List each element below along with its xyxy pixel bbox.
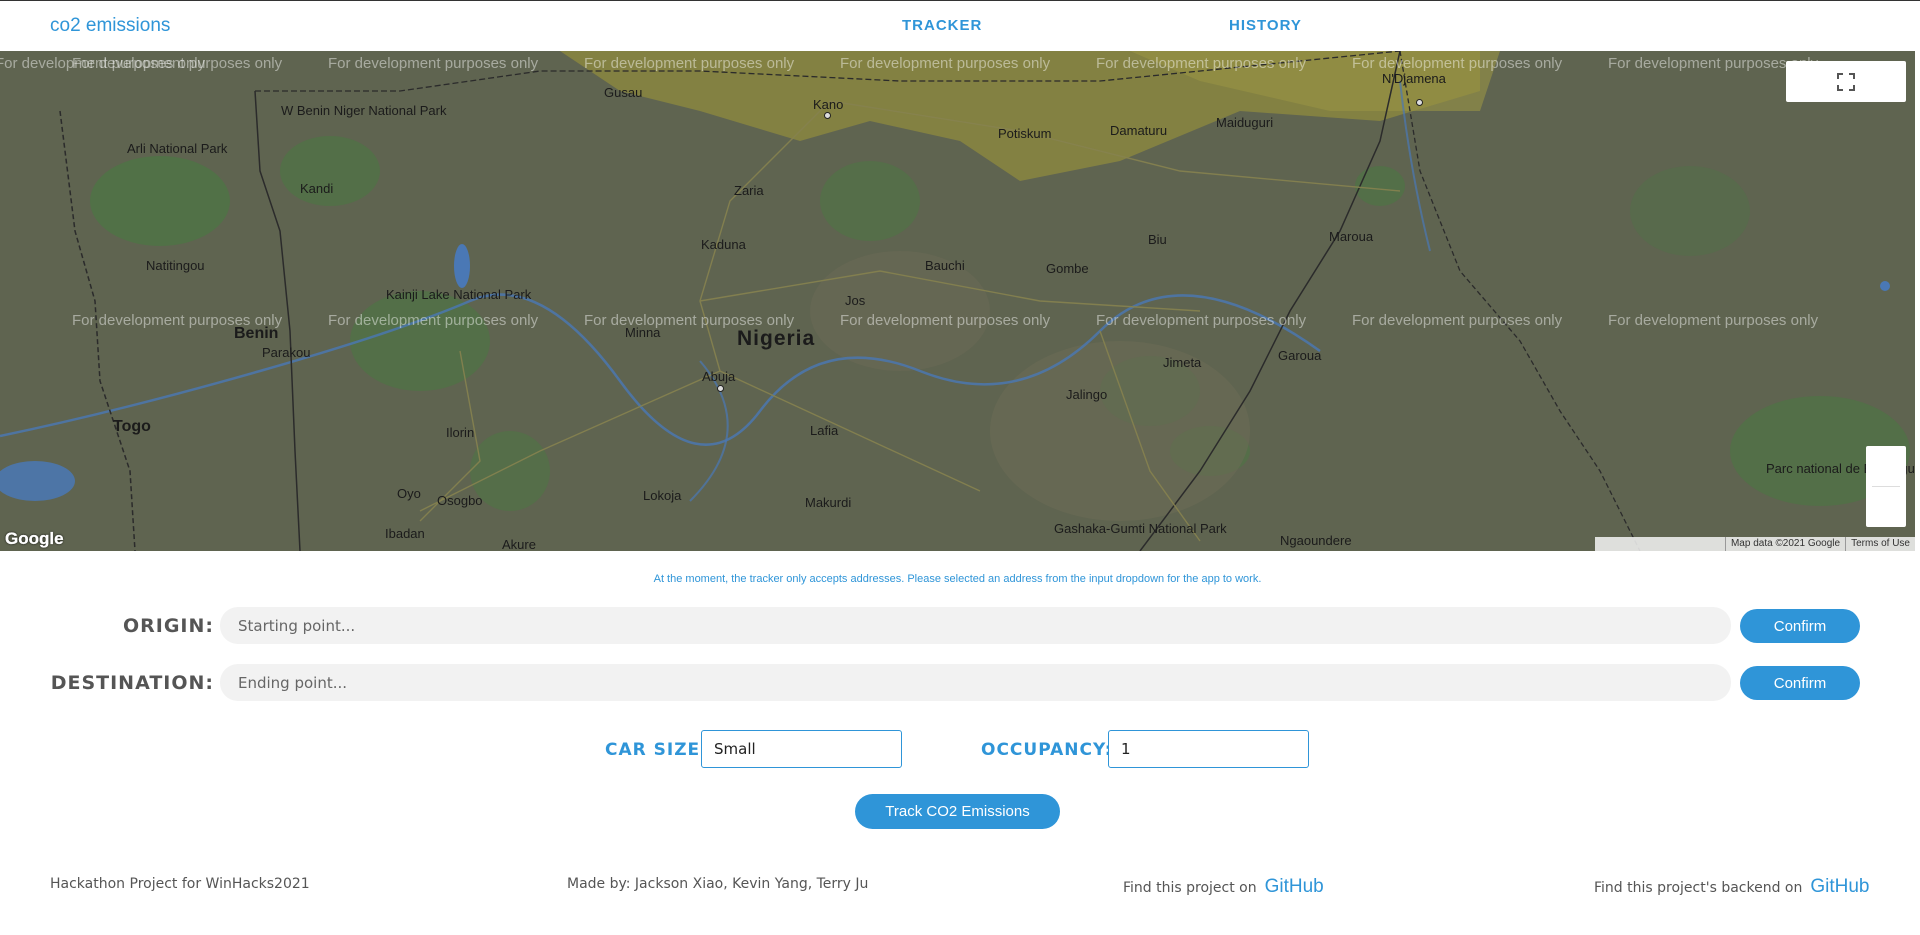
terms-of-use-link[interactable]: Terms of Use	[1845, 537, 1915, 551]
map-label-city: Akure	[502, 537, 536, 551]
occupancy-field[interactable]	[1108, 730, 1309, 768]
map-attribution: Map data ©2021 Google Terms of Use	[1594, 537, 1915, 551]
map-label-city: Garoua	[1278, 348, 1322, 363]
map-watermark: For development purposes only	[72, 55, 283, 72]
origin-label: ORIGIN:	[122, 615, 214, 637]
destination-input[interactable]	[220, 664, 1731, 701]
footer-project-text: Find this project on	[1123, 880, 1257, 896]
nav-history[interactable]: HISTORY	[1229, 17, 1302, 34]
map-label-city: Biu	[1148, 232, 1167, 247]
car-size-label: CAR SIZE:	[605, 740, 708, 760]
fullscreen-icon	[1837, 72, 1855, 91]
map-label-city: Bauchi	[925, 258, 965, 273]
origin-input[interactable]	[220, 607, 1731, 644]
map-label-city: Ibadan	[385, 526, 425, 541]
map-watermark: For development purposes only	[1096, 312, 1307, 329]
map-label-city: Abuja	[702, 369, 736, 384]
map-label-city: Gombe	[1046, 261, 1089, 276]
map-watermark: For development purposes only	[840, 55, 1051, 72]
map-label-city: Maiduguri	[1216, 115, 1274, 130]
google-logo-text: Google	[5, 529, 64, 548]
brand-link[interactable]: co2 emissions	[50, 15, 170, 37]
map-watermark: For development purposes only	[840, 312, 1051, 329]
map-terrain	[0, 51, 1910, 551]
map-watermark: For development purposes only	[1352, 312, 1563, 329]
map-label-city: Osogbo	[437, 493, 483, 508]
map-zoom-control	[1866, 446, 1906, 527]
zoom-out-button[interactable]	[1866, 487, 1906, 527]
footer-backend-text: Find this project's backend on	[1594, 880, 1803, 896]
map-label-city: Parakou	[262, 345, 311, 360]
address-notice: At the moment, the tracker only accepts …	[653, 573, 1262, 585]
city-marker	[1416, 99, 1423, 106]
map-label-city: Ngaoundere	[1280, 533, 1352, 548]
footer-project: Find this project on GitHub	[1123, 876, 1324, 898]
github-project-link[interactable]: GitHub	[1265, 876, 1324, 897]
map-label-city: Oyo	[397, 486, 421, 501]
map-label-park: Kainji Lake National Park	[386, 287, 532, 302]
zoom-in-button[interactable]	[1866, 446, 1906, 486]
map-label-city: Lokoja	[643, 488, 682, 503]
map-label-city: Makurdi	[805, 495, 852, 510]
footer-made-by: Made by: Jackson Xiao, Kevin Yang, Terry…	[567, 876, 869, 892]
footer-backend: Find this project's backend on GitHub	[1594, 876, 1870, 898]
map-watermark: For development purposes only	[1608, 312, 1819, 329]
occupancy-label: OCCUPANCY:	[981, 740, 1113, 760]
map-label-city: Ilorin	[446, 425, 475, 440]
map-label-benin: Benin	[234, 325, 279, 342]
map-label-city: Kaduna	[701, 237, 746, 252]
city-marker	[824, 112, 831, 119]
map-watermark: For development purposes only	[1352, 55, 1563, 72]
map-label-city: Lafia	[810, 423, 839, 438]
map-label-city: Gusau	[604, 85, 643, 100]
google-logo[interactable]: Google	[5, 529, 64, 549]
map-view[interactable]: For development purposes only For develo…	[0, 51, 1915, 551]
map-label-park: Arli National Park	[127, 141, 228, 156]
map-label-park: W Benin Niger National Park	[281, 103, 447, 118]
map-watermark: For development purposes only	[584, 55, 795, 72]
map-label-city: N'Djamena	[1382, 71, 1446, 86]
map-watermark: For development purposes only	[328, 55, 539, 72]
map-fullscreen-button[interactable]	[1786, 61, 1906, 102]
top-nav: co2 emissions TRACKER HISTORY	[0, 0, 1920, 51]
car-size-field[interactable]	[701, 730, 902, 768]
map-label-city: Jos	[845, 293, 866, 308]
origin-confirm-button[interactable]: Confirm	[1740, 609, 1860, 643]
map-label-city: Kano	[813, 97, 844, 112]
footer-hackathon: Hackathon Project for WinHacks2021	[50, 876, 310, 892]
attribution-spacer	[1595, 537, 1725, 551]
github-backend-link[interactable]: GitHub	[1810, 876, 1869, 897]
map-label-city: Minna	[625, 325, 661, 340]
map-label-city: Damaturu	[1110, 123, 1168, 138]
map-label-park: Gashaka-Gumti National Park	[1054, 521, 1227, 536]
map-label-city: Jimeta	[1163, 355, 1202, 370]
map-label-city: Natitingou	[146, 258, 205, 273]
map-data-text: Map data ©2021 Google	[1724, 537, 1845, 551]
city-marker	[717, 385, 724, 392]
map-label-nigeria: Nigeria	[737, 327, 816, 350]
map-watermark: For development purposes only	[328, 312, 539, 329]
map-watermark: For development purposes only	[1096, 55, 1307, 72]
map-label-city: Jalingo	[1066, 387, 1108, 402]
map-label-city: Potiskum	[998, 126, 1052, 141]
destination-confirm-button[interactable]: Confirm	[1740, 666, 1860, 700]
destination-label: DESTINATION:	[50, 672, 214, 694]
track-emissions-button[interactable]: Track CO2 Emissions	[855, 794, 1060, 829]
map-label-city: Maroua	[1329, 229, 1374, 244]
map-label-city: Kandi	[300, 181, 334, 196]
map-label-togo: Togo	[113, 418, 151, 435]
map-label-city: Zaria	[734, 183, 764, 198]
nav-tracker[interactable]: TRACKER	[902, 17, 982, 34]
